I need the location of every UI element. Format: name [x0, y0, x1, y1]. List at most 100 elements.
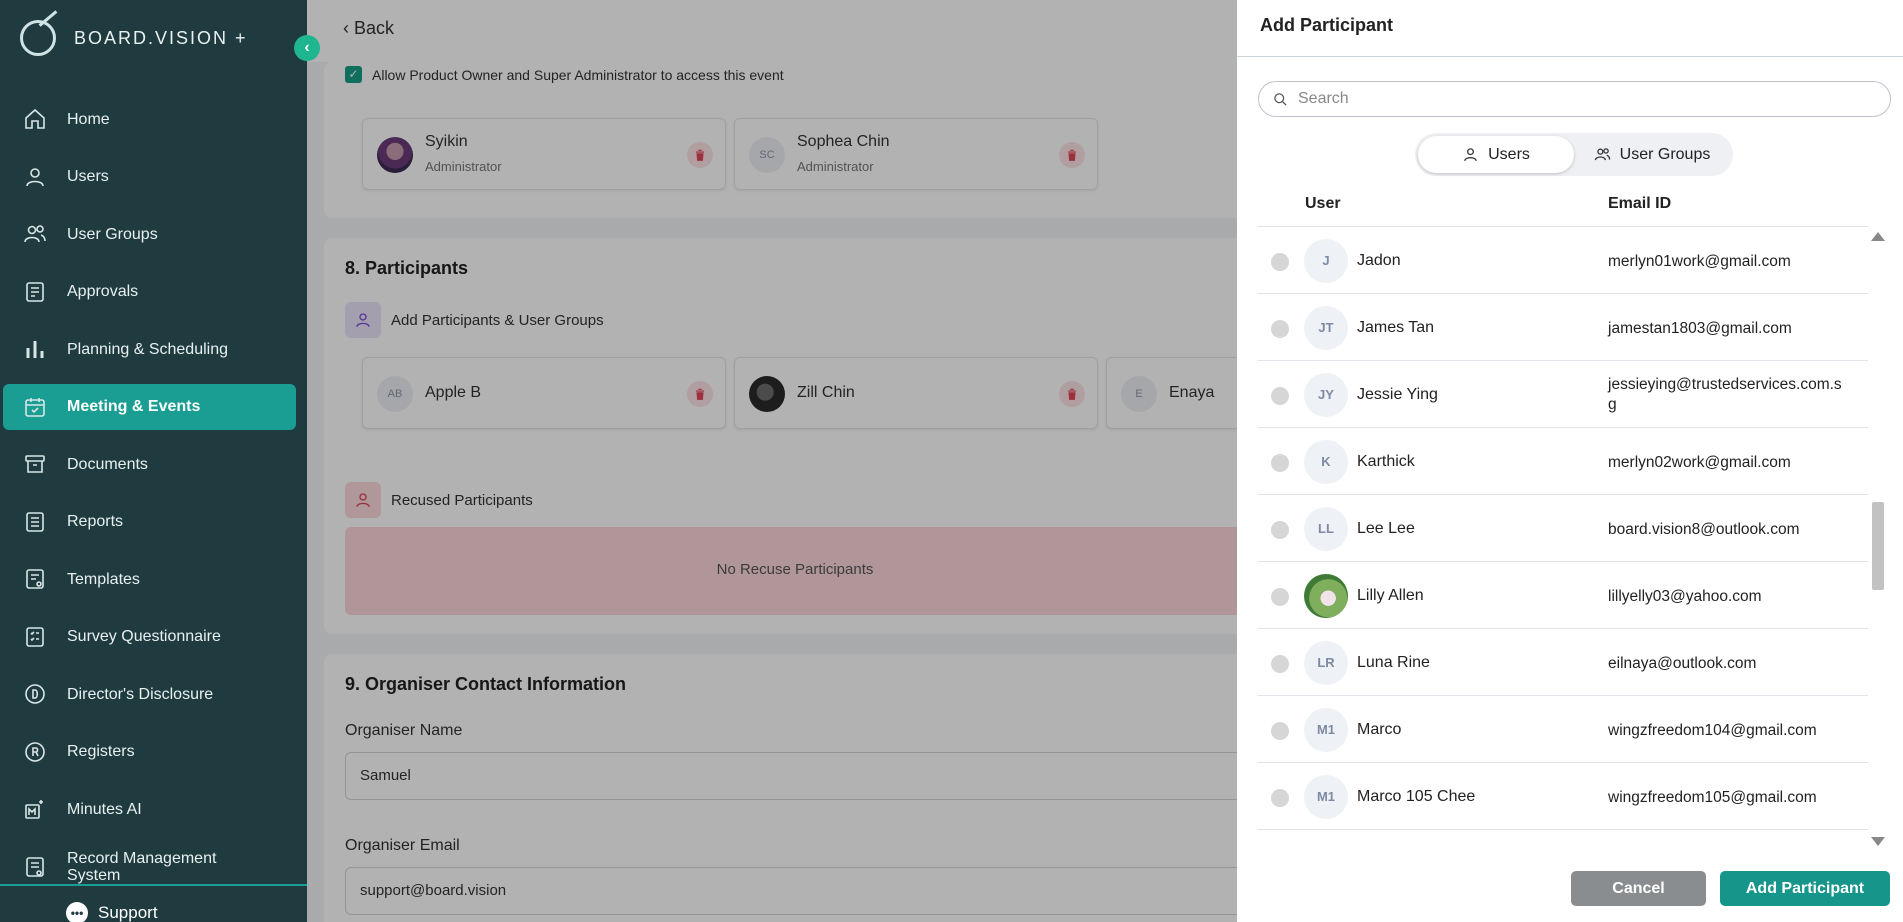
sidebar-item-label: Meeting & Events: [67, 398, 201, 415]
panel-divider: [1237, 56, 1903, 57]
cancel-button[interactable]: Cancel: [1571, 871, 1706, 906]
sidebar-item-approvals[interactable]: Approvals: [3, 269, 296, 315]
user-icon: [22, 164, 48, 190]
sidebar-item-label: Minutes AI: [67, 800, 142, 818]
search-input[interactable]: [1298, 90, 1878, 108]
user-type-toggle: Users User Groups: [1415, 133, 1733, 176]
sidebar-item-label: Home: [67, 110, 110, 128]
user-email: jessieying@trustedservices.com.sg: [1608, 376, 1842, 413]
sidebar-item-label: Templates: [67, 570, 140, 588]
sidebar-item-directors-disclosure[interactable]: Director's Disclosure: [3, 671, 296, 717]
sidebar-item-user-groups[interactable]: User Groups: [3, 211, 296, 257]
brand-name: BOARD.VISION +: [74, 27, 248, 48]
user-email: wingzfreedom105@gmail.com: [1608, 789, 1817, 806]
avatar: JY: [1304, 373, 1348, 417]
search-icon: [1274, 92, 1287, 106]
table-row[interactable]: LR Luna Rine eilnaya@outlook.com: [1258, 629, 1868, 696]
r-circle-icon: [22, 739, 48, 765]
radio-button[interactable]: [1271, 253, 1289, 271]
sidebar-item-label: Reports: [67, 513, 124, 530]
tab-user-groups-label: User Groups: [1619, 145, 1711, 163]
brand[interactable]: BOARD.VISION +: [20, 20, 248, 56]
avatar: LL: [1304, 507, 1348, 551]
user-name: Jessie Ying: [1357, 386, 1438, 403]
radio-button[interactable]: [1271, 387, 1289, 405]
chevron-left-icon[interactable]: ‹: [294, 35, 320, 61]
add-participant-button[interactable]: Add Participant: [1720, 871, 1890, 906]
radio-button[interactable]: [1271, 454, 1289, 472]
avatar: JT: [1304, 306, 1348, 350]
tab-users-label: Users: [1488, 145, 1530, 163]
minutes-ai-icon: [22, 796, 48, 822]
sidebar-item-reports[interactable]: Reports: [3, 499, 296, 545]
sidebar-item-registers[interactable]: Registers: [3, 729, 296, 775]
radio-button[interactable]: [1271, 588, 1289, 606]
user-name: Lilly Allen: [1357, 587, 1424, 604]
radio-button[interactable]: [1271, 789, 1289, 807]
archive-icon: [22, 451, 48, 477]
brand-logo-icon: [20, 20, 56, 56]
chat-icon: •••: [66, 902, 88, 922]
tab-user-groups[interactable]: User Groups: [1574, 136, 1730, 173]
table-row[interactable]: JT James Tan jamestan1803@gmail.com: [1258, 294, 1868, 361]
avatar: M1: [1304, 708, 1348, 752]
sidebar-item-minutes-ai[interactable]: Minutes AI: [3, 786, 296, 832]
sidebar-item-label: Documents: [67, 455, 148, 473]
calendar-icon: [22, 394, 48, 420]
sidebar-item-record-management[interactable]: Record Management System: [3, 844, 296, 890]
sidebar-item-planning[interactable]: Planning & Scheduling: [3, 326, 296, 372]
table-row[interactable]: M1 Marco 105 Chee wingzfreedom105@gmail.…: [1258, 763, 1868, 830]
avatar: J: [1304, 239, 1348, 283]
survey-icon: [22, 624, 48, 650]
sidebar-item-survey[interactable]: Survey Questionnaire: [3, 614, 296, 660]
table-row[interactable]: JY Jessie Ying jessieying@trustedservice…: [1258, 361, 1868, 428]
table-row[interactable]: J Jadon merlyn01work@gmail.com: [1258, 227, 1868, 294]
scroll-up-arrow-icon[interactable]: [1871, 232, 1885, 241]
scrollbar-thumb[interactable]: [1872, 502, 1884, 590]
user-name: Marco: [1357, 721, 1402, 738]
user-name: Luna Rine: [1357, 654, 1430, 671]
table-row[interactable]: K Karthick merlyn02work@gmail.com: [1258, 428, 1868, 495]
sidebar-item-label: Users: [67, 168, 109, 185]
table-row: [1258, 215, 1868, 227]
modal-backdrop[interactable]: [307, 0, 1237, 922]
d-circle-icon: [22, 681, 48, 707]
sidebar-item-label: Record Management System: [67, 849, 217, 884]
column-header-user: User: [1305, 195, 1341, 212]
radio-button[interactable]: [1271, 320, 1289, 338]
support-label: Support: [98, 903, 158, 922]
radio-button[interactable]: [1271, 521, 1289, 539]
support-button[interactable]: ••• Support: [66, 902, 158, 922]
user-name: Jadon: [1357, 252, 1401, 269]
sidebar-item-templates[interactable]: Templates: [3, 556, 296, 602]
home-icon: [22, 106, 48, 132]
radio-button[interactable]: [1271, 722, 1289, 740]
sidebar-item-documents[interactable]: Documents: [3, 441, 296, 487]
user-name: Karthick: [1357, 453, 1415, 470]
user-email: merlyn02work@gmail.com: [1608, 454, 1791, 471]
sidebar: BOARD.VISION + Home Users User Groups Ap…: [0, 0, 307, 922]
table-row[interactable]: LL Lee Lee board.vision8@outlook.com: [1258, 495, 1868, 562]
sidebar-item-users[interactable]: Users: [3, 154, 296, 200]
user-email: lillyelly03@yahoo.com: [1608, 588, 1762, 605]
user-name: Marco 105 Chee: [1357, 788, 1476, 805]
scroll-down-arrow-icon[interactable]: [1871, 837, 1885, 846]
users-icon: [22, 221, 48, 247]
sidebar-item-label: Approvals: [67, 283, 139, 300]
sidebar-item-label: Survey Questionnaire: [67, 628, 221, 645]
list-icon: [22, 509, 48, 535]
column-header-email: Email ID: [1608, 195, 1672, 212]
sidebar-nav: Home Users User Groups Approvals Plannin…: [0, 96, 307, 901]
sidebar-item-home[interactable]: Home: [3, 96, 296, 142]
table-row[interactable]: Lilly Allen lillyelly03@yahoo.com: [1258, 562, 1868, 629]
radio-button[interactable]: [1271, 655, 1289, 673]
sidebar-item-label: User Groups: [67, 225, 158, 243]
sidebar-item-meeting-events[interactable]: Meeting & Events: [3, 383, 296, 430]
approvals-icon: [22, 279, 48, 305]
tab-users[interactable]: Users: [1418, 136, 1574, 173]
users-icon: [1594, 148, 1610, 161]
table-row[interactable]: M1 Marco wingzfreedom104@gmail.com: [1258, 696, 1868, 763]
user-name: James Tan: [1357, 319, 1435, 336]
record-icon: [22, 854, 48, 880]
sidebar-divider: [0, 884, 307, 886]
